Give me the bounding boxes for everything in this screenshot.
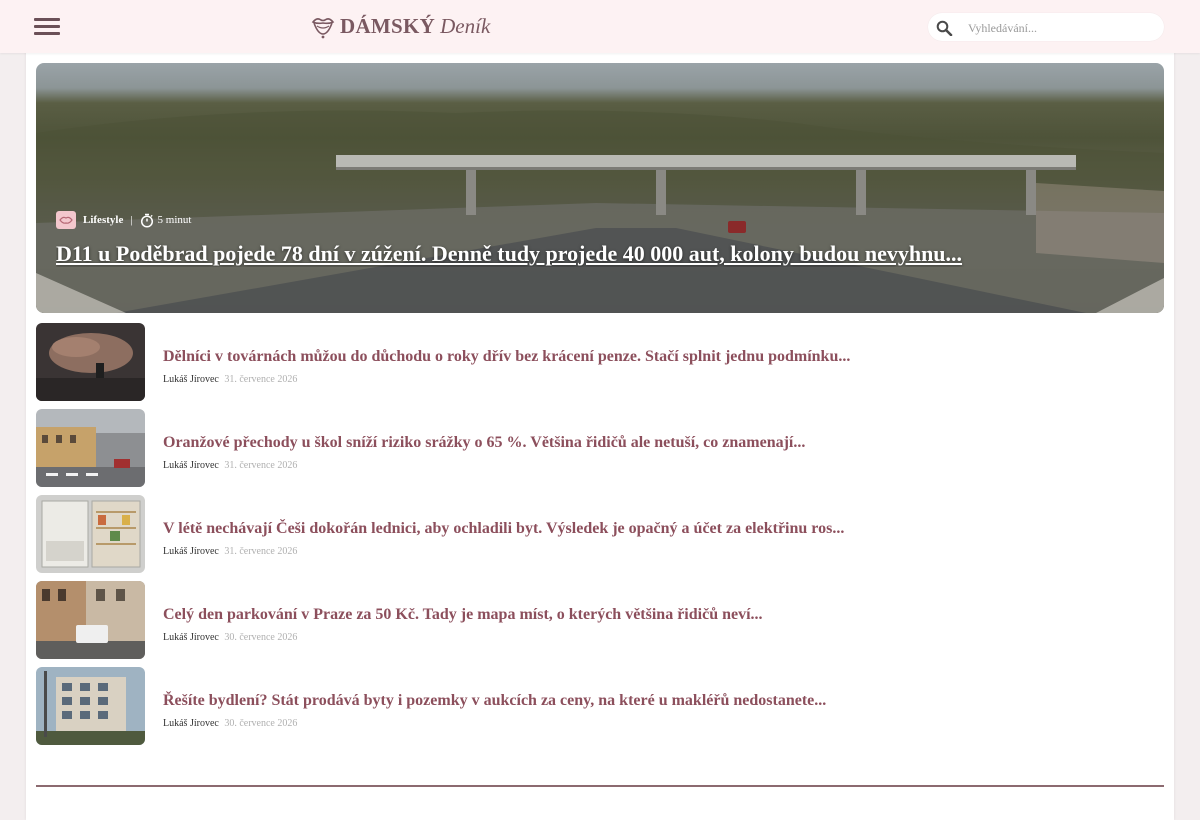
site-header: DÁMSKÝ Deník xyxy=(0,0,1200,53)
list-item[interactable]: Dělníci v továrnách můžou do důchodu o r… xyxy=(36,323,1164,401)
hero-category[interactable]: Lifestyle xyxy=(83,214,123,226)
article-date: 30. července 2026 xyxy=(224,718,298,729)
article-meta: Lukáš Jírovec 31. července 2026 xyxy=(163,546,297,557)
article-title[interactable]: Řešíte bydlení? Stát prodává byty i poze… xyxy=(163,692,826,710)
article-meta: Lukáš Jírovec 31. července 2026 xyxy=(163,374,297,385)
logo-word-denik: Deník xyxy=(440,13,491,38)
article-thumbnail[interactable] xyxy=(36,581,145,659)
article-thumbnail[interactable] xyxy=(36,323,145,401)
hero-title[interactable]: D11 u Poděbrad pojede 78 dní v zúžení. D… xyxy=(56,241,1146,267)
article-date: 31. července 2026 xyxy=(224,460,298,471)
list-item[interactable]: Celý den parkování v Praze za 50 Kč. Tad… xyxy=(36,581,1164,659)
article-author[interactable]: Lukáš Jírovec xyxy=(163,374,219,385)
article-date: 31. července 2026 xyxy=(224,546,298,557)
lips-logo-icon xyxy=(311,18,335,39)
lifestyle-category-icon xyxy=(56,211,76,229)
article-author[interactable]: Lukáš Jírovec xyxy=(163,460,219,471)
hero-read-time: 5 minut xyxy=(157,214,192,226)
stopwatch-icon xyxy=(140,213,154,228)
search-icon[interactable] xyxy=(936,20,954,36)
article-title[interactable]: Celý den parkování v Praze za 50 Kč. Tad… xyxy=(163,606,763,624)
article-author[interactable]: Lukáš Jírovec xyxy=(163,546,219,557)
article-list: Dělníci v továrnách můžou do důchodu o r… xyxy=(36,323,1164,753)
list-item[interactable]: Oranžové přechody u škol sníží riziko sr… xyxy=(36,409,1164,487)
content-container: Lifestyle | 5 minut D11 u Poděbrad pojed… xyxy=(26,40,1174,820)
site-logo[interactable]: DÁMSKÝ Deník xyxy=(310,11,490,41)
article-title[interactable]: Oranžové přechody u škol sníží riziko sr… xyxy=(163,434,805,452)
article-thumbnail[interactable] xyxy=(36,495,145,573)
hero-image xyxy=(36,110,1164,313)
article-date: 31. července 2026 xyxy=(224,374,298,385)
article-meta: Lukáš Jírovec 31. července 2026 xyxy=(163,460,297,471)
search-input[interactable] xyxy=(966,17,1156,39)
article-thumbnail[interactable] xyxy=(36,667,145,745)
hamburger-menu-icon[interactable] xyxy=(34,18,60,36)
article-author[interactable]: Lukáš Jírovec xyxy=(163,718,219,729)
logo-word-damsky: DÁMSKÝ xyxy=(340,13,436,38)
list-item[interactable]: Řešíte bydlení? Stát prodává byty i poze… xyxy=(36,667,1164,745)
article-title[interactable]: Dělníci v továrnách můžou do důchodu o r… xyxy=(163,348,850,366)
article-author[interactable]: Lukáš Jírovec xyxy=(163,632,219,643)
section-divider xyxy=(36,785,1164,787)
article-meta: Lukáš Jírovec 30. července 2026 xyxy=(163,718,297,729)
list-item[interactable]: V létě nechávají Češi dokořán lednici, a… xyxy=(36,495,1164,573)
hero-article[interactable]: Lifestyle | 5 minut D11 u Poděbrad pojed… xyxy=(36,63,1164,313)
hero-meta: Lifestyle | 5 minut xyxy=(56,211,191,229)
article-meta: Lukáš Jírovec 30. července 2026 xyxy=(163,632,297,643)
article-title[interactable]: V létě nechávají Češi dokořán lednici, a… xyxy=(163,520,844,538)
article-date: 30. července 2026 xyxy=(224,632,298,643)
meta-separator: | xyxy=(130,214,133,226)
search-box xyxy=(928,13,1164,41)
article-thumbnail[interactable] xyxy=(36,409,145,487)
